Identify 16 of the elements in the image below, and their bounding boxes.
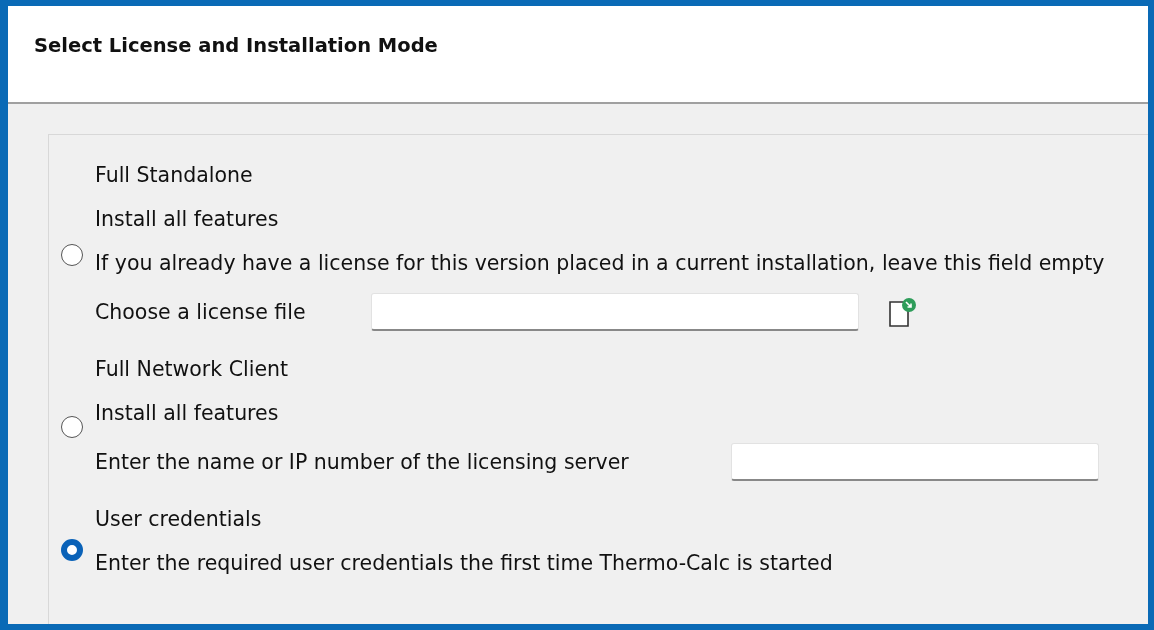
radio-button[interactable] bbox=[61, 416, 83, 438]
field-label: Choose a license file bbox=[95, 300, 307, 324]
input-field[interactable] bbox=[731, 443, 1099, 481]
option-title: Full Standalone bbox=[95, 162, 254, 189]
page-title: Select License and Installation Mode bbox=[34, 33, 438, 57]
file-browse-icon[interactable] bbox=[887, 296, 917, 328]
input-field[interactable] bbox=[371, 293, 859, 331]
option-title: User credentials bbox=[95, 506, 263, 533]
radio-button[interactable] bbox=[61, 539, 83, 561]
option-description: Install all features bbox=[95, 400, 280, 427]
option-description: Enter the required user credentials the first time Thermo-Calc is started bbox=[95, 550, 833, 577]
radio-button[interactable] bbox=[61, 244, 83, 266]
option-note: If you already have a license for this version placed in a current installation, leave this field empty bbox=[95, 250, 1105, 277]
field-label: Enter the name or IP number of the licensing server bbox=[95, 450, 630, 474]
option-description: Install all features bbox=[95, 206, 280, 233]
option-title: Full Network Client bbox=[95, 356, 290, 383]
